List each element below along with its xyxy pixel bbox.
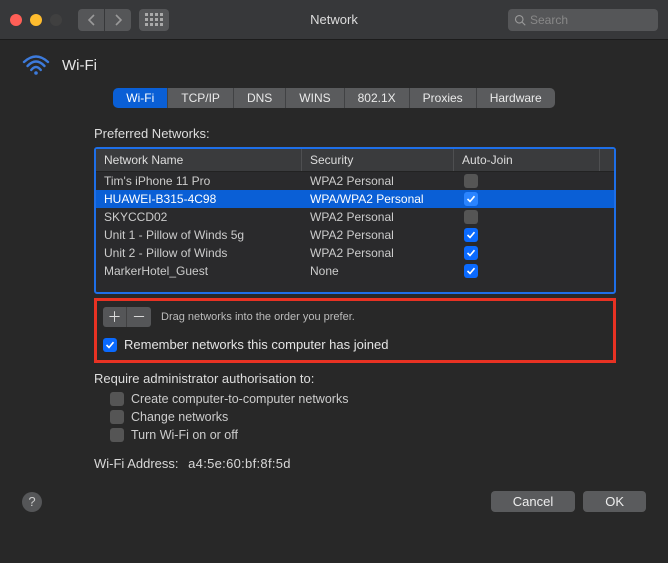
minimize-window-icon[interactable] bbox=[30, 14, 42, 26]
network-name-cell: Unit 1 - Pillow of Winds 5g bbox=[96, 227, 302, 243]
wifi-header-label: Wi-Fi bbox=[62, 57, 97, 74]
wifi-address-label: Wi-Fi Address: bbox=[94, 456, 179, 471]
checkbox-icon bbox=[110, 392, 124, 406]
nav-buttons bbox=[78, 9, 131, 31]
checkbox-icon bbox=[110, 410, 124, 424]
autojoin-checkbox[interactable] bbox=[464, 192, 478, 206]
tab-dns[interactable]: DNS bbox=[234, 88, 286, 108]
window-title: Network bbox=[310, 12, 358, 27]
table-row[interactable]: Unit 2 - Pillow of WindsWPA2 Personal bbox=[96, 244, 614, 262]
help-button[interactable]: ? bbox=[22, 492, 42, 512]
tab-hardware[interactable]: Hardware bbox=[477, 88, 555, 108]
wifi-address-value: a4:5e:60:bf:8f:5d bbox=[188, 456, 291, 471]
admin-label: Require administrator authorisation to: bbox=[94, 371, 616, 386]
network-security-cell: WPA2 Personal bbox=[302, 245, 454, 261]
search-input[interactable]: Search bbox=[508, 9, 658, 31]
ok-button[interactable]: OK bbox=[583, 491, 646, 512]
network-autojoin-cell bbox=[454, 209, 614, 225]
cancel-button[interactable]: Cancel bbox=[491, 491, 575, 512]
network-autojoin-cell bbox=[454, 191, 614, 207]
table-row[interactable]: HUAWEI-B315-4C98WPA/WPA2 Personal bbox=[96, 190, 614, 208]
network-security-cell: WPA2 Personal bbox=[302, 173, 454, 189]
network-name-cell: Unit 2 - Pillow of Winds bbox=[96, 245, 302, 261]
network-security-cell: WPA2 Personal bbox=[302, 227, 454, 243]
content-area: Wi-Fi Wi-FiTCP/IPDNSWINS802.1XProxiesHar… bbox=[0, 40, 668, 481]
admin-option-label: Turn Wi-Fi on or off bbox=[131, 428, 238, 442]
highlight-box: ＋ － Drag networks into the order you pre… bbox=[94, 298, 616, 363]
networks-table: Network Name Security Auto-Join Tim's iP… bbox=[94, 147, 616, 294]
remember-networks-checkbox[interactable]: Remember networks this computer has join… bbox=[103, 337, 607, 352]
remember-label: Remember networks this computer has join… bbox=[124, 337, 388, 352]
drag-hint: Drag networks into the order you prefer. bbox=[161, 311, 355, 323]
network-autojoin-cell bbox=[454, 173, 614, 189]
checkbox-icon bbox=[103, 338, 117, 352]
autojoin-checkbox[interactable] bbox=[464, 246, 478, 260]
network-security-cell: None bbox=[302, 263, 454, 279]
search-placeholder: Search bbox=[530, 13, 568, 27]
network-autojoin-cell bbox=[454, 263, 614, 279]
wifi-icon bbox=[22, 54, 50, 76]
table-row[interactable]: Tim's iPhone 11 ProWPA2 Personal bbox=[96, 172, 614, 190]
tab-8021x[interactable]: 802.1X bbox=[345, 88, 410, 108]
autojoin-checkbox[interactable] bbox=[464, 210, 478, 224]
table-row[interactable]: Unit 1 - Pillow of Winds 5gWPA2 Personal bbox=[96, 226, 614, 244]
table-body: Tim's iPhone 11 ProWPA2 PersonalHUAWEI-B… bbox=[96, 172, 614, 292]
network-name-cell: HUAWEI-B315-4C98 bbox=[96, 191, 302, 207]
tab-wifi[interactable]: Wi-Fi bbox=[113, 88, 168, 108]
network-security-cell: WPA/WPA2 Personal bbox=[302, 191, 454, 207]
zoom-window-icon bbox=[50, 14, 62, 26]
admin-option[interactable]: Create computer-to-computer networks bbox=[110, 392, 616, 406]
wifi-address: Wi-Fi Address: a4:5e:60:bf:8f:5d bbox=[94, 456, 616, 471]
column-security[interactable]: Security bbox=[302, 149, 454, 171]
tab-tcpip[interactable]: TCP/IP bbox=[168, 88, 234, 108]
autojoin-checkbox[interactable] bbox=[464, 228, 478, 242]
close-window-icon[interactable] bbox=[10, 14, 22, 26]
forward-button[interactable] bbox=[105, 9, 131, 31]
network-security-cell: WPA2 Personal bbox=[302, 209, 454, 225]
wifi-header: Wi-Fi bbox=[22, 54, 646, 76]
admin-option[interactable]: Change networks bbox=[110, 410, 616, 424]
checkbox-icon bbox=[110, 428, 124, 442]
admin-option[interactable]: Turn Wi-Fi on or off bbox=[110, 428, 616, 442]
title-bar: Network Search bbox=[0, 0, 668, 40]
footer: ? Cancel OK bbox=[0, 481, 668, 522]
network-name-cell: MarkerHotel_Guest bbox=[96, 263, 302, 279]
tab-proxies[interactable]: Proxies bbox=[410, 88, 477, 108]
column-network-name[interactable]: Network Name bbox=[96, 149, 302, 171]
table-header: Network Name Security Auto-Join bbox=[96, 149, 614, 172]
admin-option-label: Change networks bbox=[131, 410, 228, 424]
column-auto-join[interactable]: Auto-Join bbox=[454, 149, 614, 171]
add-network-button[interactable]: ＋ bbox=[103, 307, 127, 327]
network-name-cell: SKYCCD02 bbox=[96, 209, 302, 225]
tab-bar: Wi-FiTCP/IPDNSWINS802.1XProxiesHardware bbox=[22, 88, 646, 108]
network-autojoin-cell bbox=[454, 245, 614, 261]
network-name-cell: Tim's iPhone 11 Pro bbox=[96, 173, 302, 189]
show-all-button[interactable] bbox=[139, 9, 169, 31]
window-controls bbox=[10, 14, 62, 26]
tab-wins[interactable]: WINS bbox=[286, 88, 344, 108]
admin-option-label: Create computer-to-computer networks bbox=[131, 392, 348, 406]
table-row[interactable]: SKYCCD02WPA2 Personal bbox=[96, 208, 614, 226]
table-row[interactable]: MarkerHotel_GuestNone bbox=[96, 262, 614, 280]
autojoin-checkbox[interactable] bbox=[464, 174, 478, 188]
network-autojoin-cell bbox=[454, 227, 614, 243]
autojoin-checkbox[interactable] bbox=[464, 264, 478, 278]
remove-network-button[interactable]: － bbox=[127, 307, 151, 327]
search-icon bbox=[514, 14, 526, 26]
admin-section: Require administrator authorisation to: … bbox=[94, 371, 616, 442]
preferred-networks-label: Preferred Networks: bbox=[94, 126, 616, 141]
add-remove-buttons: ＋ － bbox=[103, 307, 151, 327]
back-button[interactable] bbox=[78, 9, 104, 31]
